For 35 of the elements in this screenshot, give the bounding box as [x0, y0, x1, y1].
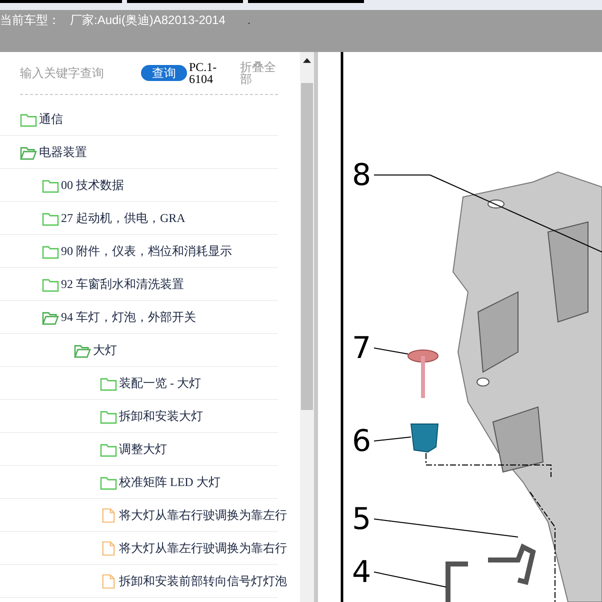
tree-item[interactable]: 大灯 [93, 342, 117, 358]
clip-drawing [410, 424, 439, 453]
model-label: 当前车型： [0, 13, 60, 27]
header-dot: . [247, 13, 251, 27]
search-button[interactable]: 查询 [141, 65, 187, 81]
tree-item[interactable]: 00 技术数据 [61, 176, 124, 194]
code-text: PC.1-6104 [189, 61, 218, 85]
document-icon [100, 540, 117, 556]
tree-item[interactable]: 将大灯从靠左行驶调换为靠右行 [119, 540, 287, 556]
bolt-drawing [408, 350, 438, 398]
scroll-up-icon[interactable] [303, 58, 311, 63]
tree-item[interactable]: 90 附件，仪表，档位和消耗显示 [61, 242, 232, 260]
callout-leader-line [374, 348, 408, 354]
tree-item[interactable]: 调整大灯 [119, 440, 167, 458]
callout-leader-line [374, 436, 412, 442]
document-icon [100, 574, 117, 588]
tree-item[interactable]: 27 起动机，供电，GRA [61, 210, 186, 226]
tree-item[interactable]: 92 车窗刮水和清洗装置 [61, 276, 184, 292]
callout-number: 6 [352, 424, 372, 459]
scrollbar[interactable] [300, 52, 314, 602]
tree-item[interactable]: 电器装置 [39, 144, 87, 160]
callout-number: 5 [352, 502, 372, 537]
tree-item[interactable]: 校准矩阵 LED 大灯 [119, 474, 220, 490]
tree-item[interactable]: 94 车灯，灯泡，外部开关 [61, 308, 196, 326]
tree-item[interactable]: 拆卸和安装大灯 [119, 408, 203, 424]
callout-number: 7 [352, 331, 372, 366]
tree-item[interactable]: 拆卸和安装前部转向信号灯灯泡 [119, 572, 287, 590]
tree-item[interactable]: 将大灯从靠右行驶调换为靠左行 [119, 506, 287, 524]
scroll-thumb[interactable] [301, 83, 313, 410]
model-name: 厂家:Audi(奥迪)A82013-2014 [70, 13, 226, 27]
callout-number: 4 [352, 555, 372, 590]
tree-item[interactable]: 通信 [39, 110, 63, 128]
document-icon [100, 508, 117, 522]
callout-number: 8 [352, 158, 372, 193]
tree-item[interactable]: 装配一览 - 大灯 [119, 374, 201, 392]
